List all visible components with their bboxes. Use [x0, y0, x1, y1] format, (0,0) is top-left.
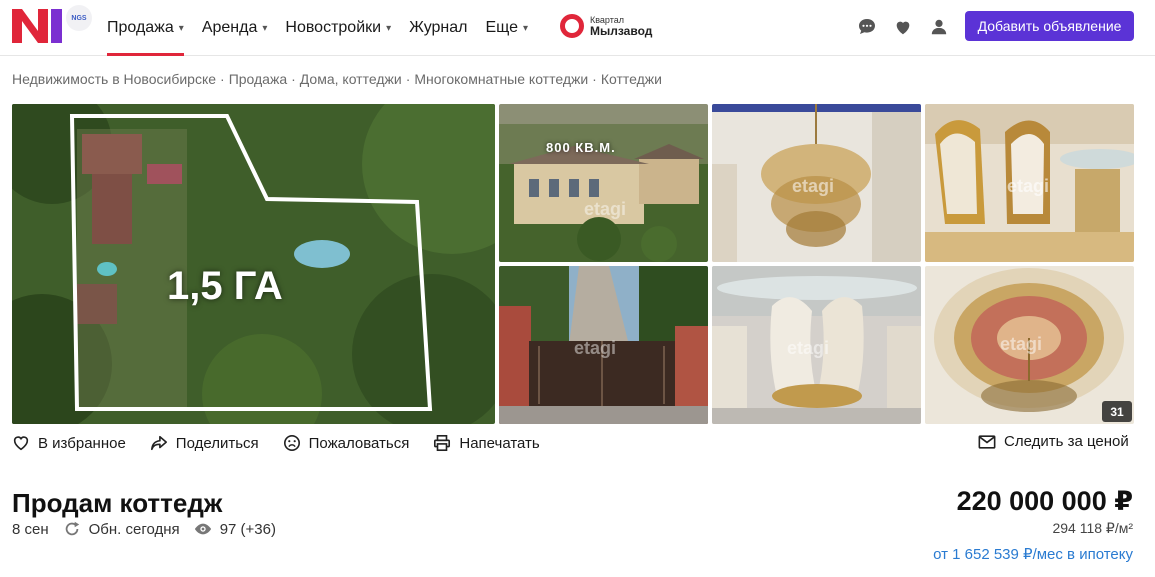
main-photo-aerial[interactable]: 1,5 ГА [12, 104, 495, 424]
breadcrumb-item[interactable]: Дома, коттеджи [300, 71, 402, 87]
kvartal-promo-link[interactable]: Квартал Мылзавод [560, 14, 652, 38]
print-button[interactable]: Напечатать [433, 434, 540, 452]
complain-label: Пожаловаться [308, 434, 410, 452]
heart-icon[interactable] [892, 16, 914, 38]
nav-more[interactable]: Еще ▾ [485, 0, 528, 56]
listing-title: Продам коттедж [12, 488, 223, 518]
views-count: 97 (+36) [219, 520, 276, 538]
publish-date: 8 сен [12, 520, 49, 538]
watermark: etagi [1000, 334, 1043, 354]
nav-new-buildings-label: Новостройки [285, 19, 382, 36]
breadcrumb: Недвижимость в Новосибирске · Продажа · … [12, 71, 662, 87]
share-icon [150, 435, 167, 451]
nav-rent[interactable]: Аренда ▾ [202, 0, 268, 56]
ngs-logo[interactable]: NGS [66, 5, 92, 31]
listing-actions: В избранное Поделиться Пожаловаться Напе… [12, 433, 564, 453]
chevron-down-icon: ▾ [178, 22, 184, 34]
print-label: Напечатать [459, 434, 540, 452]
listing-price: 220 000 000 ₽ [956, 486, 1133, 516]
nav-new-buildings[interactable]: Новостройки ▾ [285, 0, 391, 56]
share-button[interactable]: Поделиться [150, 434, 259, 452]
watch-price-label: Следить за ценой [1004, 433, 1129, 450]
watermark: etagi [584, 199, 627, 219]
watermark: etagi [787, 338, 830, 358]
breadcrumb-item[interactable]: Коттеджи [601, 71, 662, 87]
photo-house-exterior[interactable]: 800 КВ.М. etagi [499, 104, 708, 262]
breadcrumb-separator: · [291, 71, 296, 87]
chevron-down-icon: ▾ [386, 22, 392, 34]
area-caption: 1,5 ГА [167, 264, 283, 308]
mortgage-link[interactable]: от 1 652 539 ₽/мес в ипотеку [933, 545, 1133, 563]
nav-sale[interactable]: Продажа ▾ [107, 0, 184, 56]
favorite-label: В избранное [38, 434, 126, 452]
refresh-icon [65, 521, 79, 536]
sad-face-icon [283, 434, 300, 452]
price-per-square-meter: 294 118 ₽/м² [1052, 520, 1133, 536]
photo-gate[interactable]: etagi [499, 266, 708, 424]
watch-price-button[interactable]: Следить за ценой [978, 433, 1129, 450]
breadcrumb-separator: · [405, 71, 411, 87]
updated-info: Обн. сегодня [63, 520, 180, 538]
chat-icon[interactable] [856, 16, 878, 38]
favorite-button[interactable]: В избранное [12, 434, 126, 452]
house-area-caption: 800 КВ.М. [546, 140, 616, 155]
breadcrumb-separator: · [592, 71, 597, 87]
add-listing-button[interactable]: Добавить объявление [965, 11, 1134, 41]
envelope-icon [978, 434, 996, 449]
heart-outline-icon [13, 436, 29, 451]
updated-label: Обн. сегодня [88, 520, 180, 538]
n1-logo[interactable] [12, 9, 62, 43]
photo-count-badge[interactable]: 31 [1102, 401, 1132, 422]
nav-journal-label: Журнал [409, 19, 468, 36]
breadcrumb-separator: · [220, 71, 225, 87]
views-info: 97 (+36) [194, 521, 276, 538]
photo-chandelier[interactable]: etagi [712, 104, 921, 262]
site-header: NGS Продажа ▾ Аренда ▾ Новостройки ▾ Жур… [0, 0, 1155, 56]
photo-swan-table[interactable]: etagi [712, 266, 921, 424]
watermark: etagi [792, 176, 835, 196]
listing-meta: 8 сен Обн. сегодня 97 (+36) [12, 520, 290, 538]
breadcrumb-item[interactable]: Недвижимость в Новосибирске [12, 71, 216, 87]
watermark: etagi [574, 338, 617, 358]
printer-icon [434, 434, 451, 452]
user-icon[interactable] [928, 16, 950, 38]
photo-ceiling-rosette[interactable]: etagi [925, 266, 1134, 424]
watermark: etagi [1007, 176, 1050, 196]
nav-more-label: Еще [485, 19, 519, 36]
photo-gold-chairs[interactable]: etagi [925, 104, 1134, 262]
complain-button[interactable]: Пожаловаться [283, 434, 410, 452]
kvartal-logo-icon [560, 14, 584, 38]
breadcrumb-item[interactable]: Продажа [229, 71, 287, 87]
kvartal-name: Мылзавод [590, 24, 653, 38]
eye-icon [194, 523, 211, 535]
nav-sale-label: Продажа [107, 19, 174, 36]
chevron-down-icon: ▾ [262, 22, 268, 34]
nav-rent-label: Аренда [201, 19, 258, 36]
main-nav: Продажа ▾ Аренда ▾ Новостройки ▾ Журнал … [107, 0, 546, 56]
nav-journal[interactable]: Журнал [409, 0, 467, 56]
chevron-down-icon: ▾ [523, 22, 529, 34]
share-label: Поделиться [175, 434, 259, 452]
breadcrumb-item[interactable]: Многокомнатные коттеджи [414, 71, 588, 87]
